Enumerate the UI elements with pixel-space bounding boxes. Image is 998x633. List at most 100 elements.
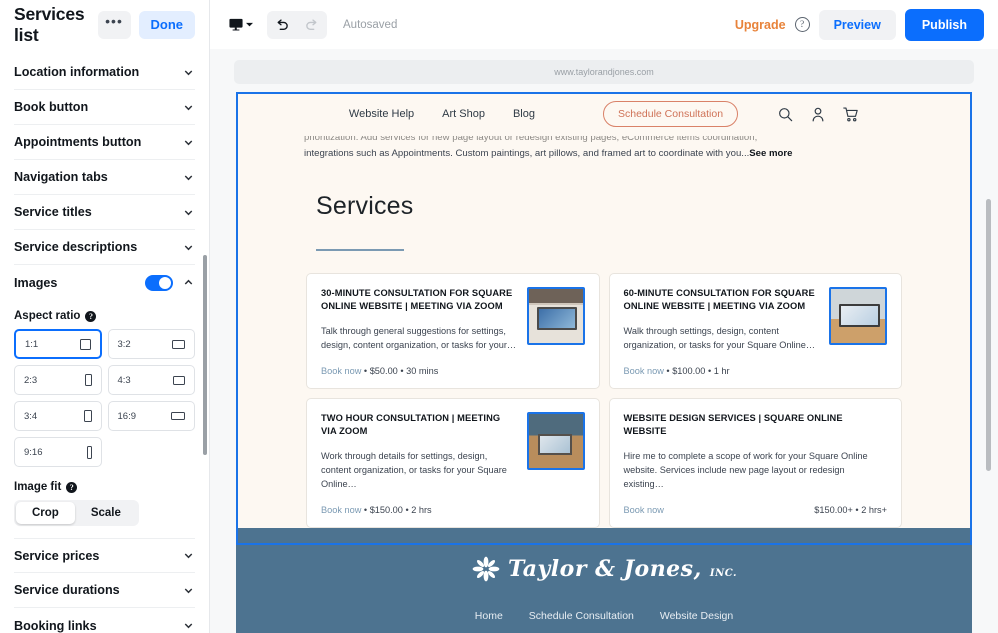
device-preview-selector[interactable] — [224, 10, 258, 39]
upgrade-link[interactable]: Upgrade — [735, 18, 786, 32]
card-footer: Book now • $100.00 • 1 hr — [624, 353, 888, 376]
preview-url-bar[interactable]: www.taylorandjones.com — [234, 60, 974, 84]
aspect-ratio-option-16-9[interactable]: 16:9 — [107, 401, 195, 431]
schedule-consultation-button[interactable]: Schedule Consultation — [602, 101, 739, 127]
help-icon[interactable]: ? — [85, 310, 97, 322]
services-card-grid: 30-MINUTE CONSULTATION FOR SQUARE ONLINE… — [236, 251, 972, 528]
publish-button[interactable]: Publish — [904, 8, 984, 41]
search-icon[interactable] — [778, 107, 793, 122]
done-button[interactable]: Done — [138, 10, 195, 39]
book-now-link[interactable]: Book now — [321, 366, 361, 376]
book-now-link[interactable]: Book now — [624, 505, 664, 515]
sidebar-item-location-information[interactable]: Location information — [14, 55, 195, 90]
account-icon[interactable] — [811, 107, 825, 122]
aspect-ratio-option-3-2[interactable]: 3:2 — [107, 329, 195, 359]
desktop-icon — [229, 18, 243, 31]
more-options-button[interactable]: ••• — [97, 10, 131, 39]
sidebar-item-label: Images — [14, 275, 58, 290]
footer-logo: Taylor & Jones, INC. — [236, 556, 972, 582]
card-text: TWO HOUR CONSULTATION | MEETING VIA ZOOM… — [321, 412, 517, 492]
service-card[interactable]: 60-MINUTE CONSULTATION FOR SQUARE ONLINE… — [608, 272, 902, 389]
footer-link-home[interactable]: Home — [475, 610, 503, 622]
aspect-ratio-option-2-3[interactable]: 2:3 — [14, 365, 102, 395]
nav-icon-group — [778, 106, 859, 122]
help-icon[interactable]: ? — [66, 481, 78, 493]
service-image[interactable] — [526, 411, 585, 470]
service-card[interactable]: 30-MINUTE CONSULTATION FOR SQUARE ONLINE… — [306, 272, 600, 389]
service-description: Talk through general suggestions for set… — [321, 326, 517, 351]
preview-scrollbar[interactable] — [986, 199, 991, 471]
image-fit-label: Image fit — [14, 481, 62, 493]
flower-icon — [472, 556, 500, 582]
site-navigation: Website Help Art Shop Blog Schedule Cons… — [236, 92, 972, 136]
help-icon[interactable]: ? — [794, 17, 810, 32]
sidebar-item-booking-links[interactable]: Booking links — [14, 608, 195, 633]
sidebar-item-service-titles[interactable]: Service titles — [14, 195, 195, 230]
service-meta: • $100.00 • 1 hr — [666, 365, 730, 376]
aspect-ratio-option-3-4[interactable]: 3:4 — [14, 401, 102, 431]
site-preview-viewport[interactable]: Website Help Art Shop Blog Schedule Cons… — [236, 92, 972, 633]
page-title: Services list — [14, 3, 85, 45]
cart-icon[interactable] — [843, 106, 859, 122]
book-now-link[interactable]: Book now — [321, 505, 361, 515]
service-card[interactable]: WEBSITE DESIGN SERVICES | SQUARE ONLINE … — [608, 397, 902, 528]
sidebar-item-label: Navigation tabs — [14, 170, 108, 184]
chevron-down-icon — [184, 70, 193, 75]
aspect-ratio-option-label: 2:3 — [24, 374, 38, 386]
images-toggle[interactable] — [145, 274, 173, 291]
card-text: 60-MINUTE CONSULTATION FOR SQUARE ONLINE… — [624, 287, 820, 353]
book-now-link[interactable]: Book now — [624, 366, 664, 376]
sidebar-scroll-area[interactable]: Location information Book button Appoint… — [0, 44, 209, 633]
images-controls — [145, 274, 195, 291]
ratio-shape-icon — [86, 445, 92, 459]
ratio-shape-icon — [173, 375, 185, 385]
image-fit-option-scale[interactable]: Scale — [75, 502, 137, 524]
service-meta: • $150.00 • 2 hrs — [363, 504, 432, 515]
sidebar-item-navigation-tabs[interactable]: Navigation tabs — [14, 160, 195, 195]
undo-icon — [277, 18, 288, 30]
service-image[interactable] — [829, 286, 887, 345]
site-footer: Taylor & Jones, INC. Home Schedule Consu… — [236, 527, 972, 633]
card-text: 30-MINUTE CONSULTATION FOR SQUARE ONLINE… — [321, 287, 517, 353]
sidebar-item-service-descriptions[interactable]: Service descriptions — [14, 230, 195, 265]
chevron-up-icon — [184, 279, 193, 285]
service-image[interactable] — [526, 286, 585, 345]
aspect-ratio-option-9-16[interactable]: 9:16 — [14, 437, 102, 467]
sidebar-item-label: Book button — [14, 100, 89, 114]
aspect-ratio-option-4-3[interactable]: 4:3 — [107, 365, 195, 395]
preview-button[interactable]: Preview — [818, 9, 896, 40]
footer-link-schedule-consultation[interactable]: Schedule Consultation — [529, 610, 634, 622]
card-top: 60-MINUTE CONSULTATION FOR SQUARE ONLINE… — [624, 286, 887, 353]
redo-button[interactable] — [297, 11, 327, 39]
sidebar-scrollbar[interactable] — [203, 255, 207, 455]
app-root: Services list ••• Done Location informat… — [0, 0, 998, 633]
see-more-link[interactable]: See more — [749, 148, 792, 159]
chevron-down-icon — [184, 553, 193, 559]
nav-link-art-shop[interactable]: Art Shop — [442, 108, 485, 120]
ratio-shape-icon — [84, 374, 92, 386]
sidebar-item-appointments-button[interactable]: Appointments button — [14, 125, 195, 160]
footer-link-website-design[interactable]: Website Design — [660, 610, 733, 622]
sidebar-item-service-prices[interactable]: Service prices — [14, 538, 195, 573]
nav-link-blog[interactable]: Blog — [513, 108, 535, 120]
sidebar-item-book-button[interactable]: Book button — [14, 90, 195, 125]
service-title: 60-MINUTE CONSULTATION FOR SQUARE ONLINE… — [623, 287, 815, 311]
card-footer-text: Book now • $150.00 • 2 hrs — [321, 505, 432, 515]
aspect-ratio-option-1-1[interactable]: 1:1 — [14, 329, 102, 359]
sidebar-item-service-durations[interactable]: Service durations — [14, 573, 195, 608]
sidebar-item-label: Service prices — [14, 548, 100, 563]
card-footer: Book now • $50.00 • 30 mins — [321, 353, 585, 376]
nav-link-website-help[interactable]: Website Help — [349, 108, 414, 120]
service-card[interactable]: TWO HOUR CONSULTATION | MEETING VIA ZOOM… — [306, 397, 600, 528]
undo-button[interactable] — [267, 11, 297, 39]
card-footer: Book now • $150.00 • 2 hrs — [321, 492, 585, 515]
aspect-ratio-option-label: 9:16 — [24, 446, 43, 458]
image-fit-segmented-control: Crop Scale — [14, 500, 139, 526]
aspect-ratio-option-label: 3:4 — [24, 410, 38, 422]
image-fit-option-crop[interactable]: Crop — [16, 502, 75, 524]
sidebar-item-images[interactable]: Images — [14, 265, 195, 300]
redo-icon — [306, 18, 317, 30]
ratio-shape-icon — [79, 338, 91, 350]
ratio-shape-icon — [172, 339, 185, 349]
aspect-ratio-label: Aspect ratio — [14, 310, 81, 322]
